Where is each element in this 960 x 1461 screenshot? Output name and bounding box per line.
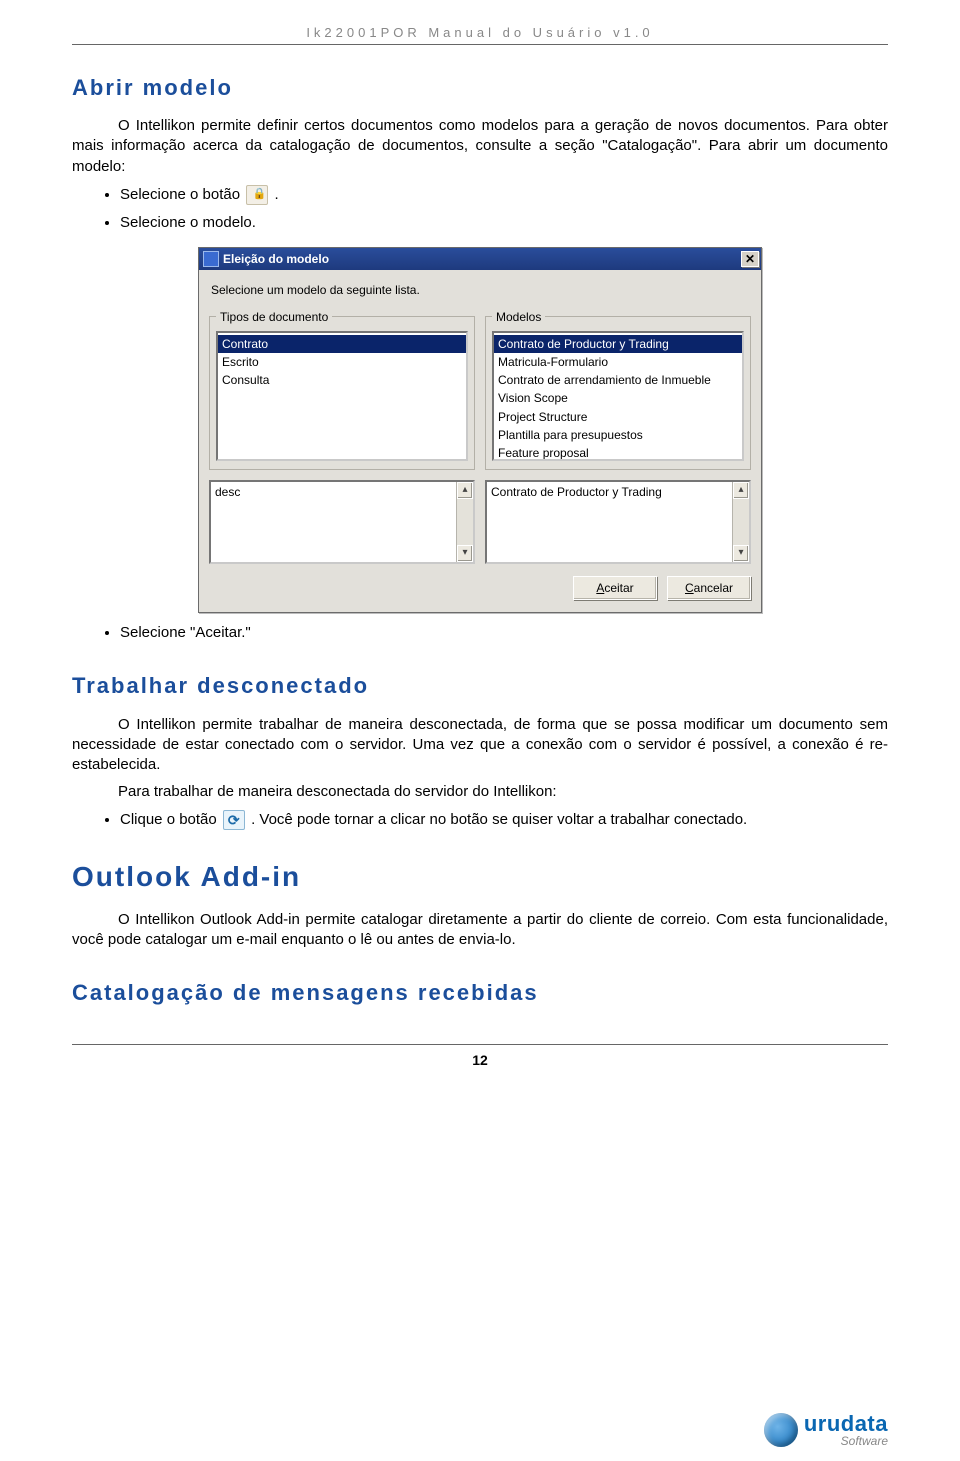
para-desconectado-2: Para trabalhar de maneira desconectada d…	[72, 782, 888, 802]
step-select-aceitar: Selecione "Aceitar."	[120, 623, 888, 643]
aceitar-button[interactable]: Aceitar	[573, 576, 657, 600]
list-item[interactable]: Contrato	[218, 335, 466, 353]
list-modelos[interactable]: Contrato de Productor y Trading Matricul…	[492, 331, 744, 461]
list-item[interactable]: Project Structure	[494, 408, 742, 426]
scroll-up-icon[interactable]: ▴	[733, 482, 749, 499]
disconnect-button-icon	[223, 810, 245, 830]
dialog-title: Eleição do modelo	[223, 251, 329, 267]
list-item[interactable]: Consulta	[218, 371, 466, 389]
list-item[interactable]: Plantilla para presupuestos	[494, 426, 742, 444]
group-modelos: Modelos Contrato de Productor y Trading …	[485, 309, 751, 470]
model-button-icon	[246, 185, 268, 205]
legend-modelos: Modelos	[492, 309, 545, 325]
step-text-post: . Você pode tornar a clicar no botão se …	[251, 811, 747, 828]
scrollbar[interactable]: ▴ ▾	[456, 482, 473, 562]
heading-catalogacao: Catalogação de mensagens recebidas	[72, 978, 888, 1008]
para-abrir-modelo: O Intellikon permite definir certos docu…	[72, 116, 888, 177]
list-item[interactable]: Vision Scope	[494, 389, 742, 407]
group-tipos-documento: Tipos de documento Contrato Escrito Cons…	[209, 309, 475, 470]
steps-abrir-modelo: Selecione o botão . Selecione o modelo.	[120, 185, 888, 234]
list-item[interactable]: Feature proposal	[494, 444, 742, 461]
dialog-titlebar: Eleição do modelo ✕	[199, 248, 761, 270]
step-text-pre: Clique o botão	[120, 811, 221, 828]
step-text-post: .	[274, 186, 278, 203]
step-select-model: Selecione o modelo.	[120, 213, 888, 233]
page-number: 12	[72, 1051, 888, 1070]
list-item[interactable]: Contrato de Productor y Trading	[494, 335, 742, 353]
desc-left-text: desc	[211, 482, 456, 562]
step-click-disconnect: Clique o botão . Você pode tornar a clic…	[120, 810, 888, 830]
close-icon[interactable]: ✕	[741, 251, 759, 267]
list-item[interactable]: Matricula-Formulario	[494, 353, 742, 371]
steps-desconectado: Clique o botão . Você pode tornar a clic…	[120, 810, 888, 830]
scroll-down-icon[interactable]: ▾	[733, 545, 749, 562]
brand-sub: Software	[804, 1435, 888, 1447]
heading-outlook-addin: Outlook Add-in	[72, 858, 888, 896]
desc-left-panel[interactable]: desc ▴ ▾	[209, 480, 475, 564]
heading-abrir-modelo: Abrir modelo	[72, 73, 888, 103]
desc-right-panel[interactable]: Contrato de Productor y Trading ▴ ▾	[485, 480, 751, 564]
brand-globe-icon	[764, 1413, 798, 1447]
list-item[interactable]: Contrato de arrendamiento de Inmueble	[494, 371, 742, 389]
brand-name: urudata	[804, 1413, 888, 1435]
step-text-pre: Selecione o botão	[120, 186, 244, 203]
scroll-down-icon[interactable]: ▾	[457, 545, 473, 562]
doc-header: Ik22001POR Manual do Usuário v1.0	[72, 24, 888, 45]
steps-after-dialog: Selecione "Aceitar."	[120, 623, 888, 643]
heading-trabalhar-desconectado: Trabalhar desconectado	[72, 671, 888, 701]
dialog-prompt: Selecione um modelo da seguinte lista.	[211, 282, 751, 298]
brand-logo: urudata Software	[764, 1413, 888, 1447]
scroll-up-icon[interactable]: ▴	[457, 482, 473, 499]
dialog-eleicao-modelo: Eleição do modelo ✕ Selecione um modelo …	[198, 247, 762, 612]
footer: 12	[72, 1044, 888, 1070]
list-item[interactable]: Escrito	[218, 353, 466, 371]
step-select-button: Selecione o botão .	[120, 185, 888, 205]
cancelar-button[interactable]: Cancelar	[667, 576, 751, 600]
dialog-title-icon	[203, 251, 219, 267]
para-desconectado-1: O Intellikon permite trabalhar de maneir…	[72, 715, 888, 776]
scrollbar[interactable]: ▴ ▾	[732, 482, 749, 562]
desc-right-text: Contrato de Productor y Trading	[487, 482, 732, 562]
list-tipos[interactable]: Contrato Escrito Consulta	[216, 331, 468, 461]
legend-tipos: Tipos de documento	[216, 309, 332, 325]
para-outlook-addin: O Intellikon Outlook Add-in permite cata…	[72, 910, 888, 951]
